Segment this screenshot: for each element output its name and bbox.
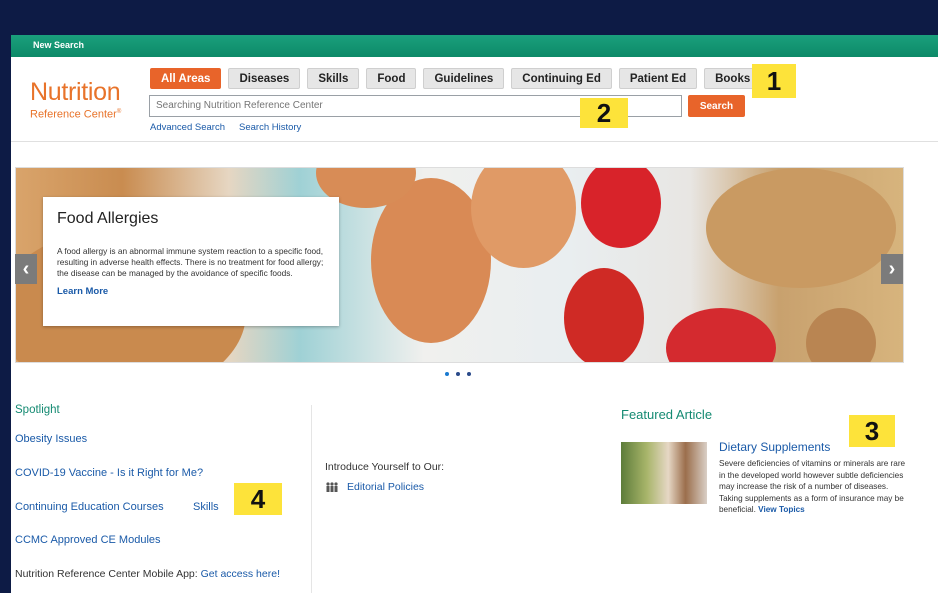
spotlight-link-skills[interactable]: Skills <box>193 501 219 513</box>
tab-all-areas[interactable]: All Areas <box>150 68 222 89</box>
hero-body: A food allergy is an abnormal immune sys… <box>57 246 324 278</box>
logo-line2: Reference Center® <box>30 108 122 121</box>
tab-food[interactable]: Food <box>366 68 417 89</box>
hero-carousel: Food Allergies A food allergy is an abno… <box>15 167 904 363</box>
spotlight-link-covid[interactable]: COVID-19 Vaccine - Is it Right for Me? <box>15 467 203 479</box>
hero-title: Food Allergies <box>57 210 159 227</box>
carousel-dot[interactable] <box>445 372 449 376</box>
nrc-page: New Search Nutrition Reference Center® A… <box>11 35 938 593</box>
column-divider <box>311 405 312 593</box>
annotation-badge-4: 4 <box>234 483 282 515</box>
carousel-dot[interactable] <box>456 372 460 376</box>
spotlight-link-ce-courses[interactable]: Continuing Education Courses <box>15 501 164 513</box>
mobile-app-text: Nutrition Reference Center Mobile App: G… <box>15 568 280 580</box>
tab-diseases[interactable]: Diseases <box>228 68 301 89</box>
top-bar: New Search <box>11 35 938 57</box>
carousel-next-button[interactable]: › <box>881 254 903 284</box>
carousel-prev-button[interactable]: ‹ <box>15 254 37 284</box>
logo-line1: Nutrition <box>30 78 121 106</box>
intro-text: Introduce Yourself to Our: <box>325 461 445 473</box>
editorial-policies-link[interactable]: Editorial Policies <box>325 481 424 493</box>
learn-more-link[interactable]: Learn More <box>57 286 325 297</box>
annotation-badge-3: 3 <box>849 415 895 447</box>
featured-article-text: Severe deficiencies of vitamins or miner… <box>719 459 906 514</box>
search-history-link[interactable]: Search History <box>239 122 301 133</box>
people-icon <box>326 482 338 492</box>
search-button[interactable]: Search <box>688 95 745 117</box>
strawberry-image <box>564 268 644 362</box>
tab-skills[interactable]: Skills <box>307 68 360 89</box>
advanced-search-link[interactable]: Advanced Search <box>150 122 225 133</box>
tab-continuing-ed[interactable]: Continuing Ed <box>511 68 612 89</box>
featured-article-headline[interactable]: Dietary Supplements <box>719 440 830 454</box>
strawberry-image <box>666 308 776 362</box>
peanuts-image <box>806 308 876 362</box>
strawberry-image <box>581 168 661 248</box>
spotlight-link-obesity[interactable]: Obesity Issues <box>15 433 87 445</box>
tab-patient-ed[interactable]: Patient Ed <box>618 68 698 89</box>
logo[interactable]: Nutrition Reference Center® <box>30 79 121 121</box>
search-tabs: All Areas Diseases Skills Food Guideline… <box>150 68 762 90</box>
divider <box>11 141 938 142</box>
carousel-dots <box>445 372 471 376</box>
spotlight-link-ccmc[interactable]: CCMC Approved CE Modules <box>15 534 161 546</box>
featured-article-title: Featured Article <box>621 407 713 422</box>
annotation-badge-2: 2 <box>580 98 628 128</box>
hero-caption-card: Food Allergies A food allergy is an abno… <box>43 197 339 326</box>
peanuts-image <box>706 168 896 288</box>
get-access-link[interactable]: Get access here! <box>201 568 280 580</box>
tab-guidelines[interactable]: Guidelines <box>423 68 505 89</box>
spotlight-title: Spotlight <box>15 404 60 416</box>
view-topics-link[interactable]: View Topics <box>758 505 805 514</box>
carousel-dot[interactable] <box>467 372 471 376</box>
annotation-badge-1: 1 <box>752 64 796 98</box>
search-sublinks: Advanced Search Search History <box>150 122 301 133</box>
featured-article-image[interactable] <box>621 442 707 504</box>
new-search-link[interactable]: New Search <box>33 40 84 50</box>
